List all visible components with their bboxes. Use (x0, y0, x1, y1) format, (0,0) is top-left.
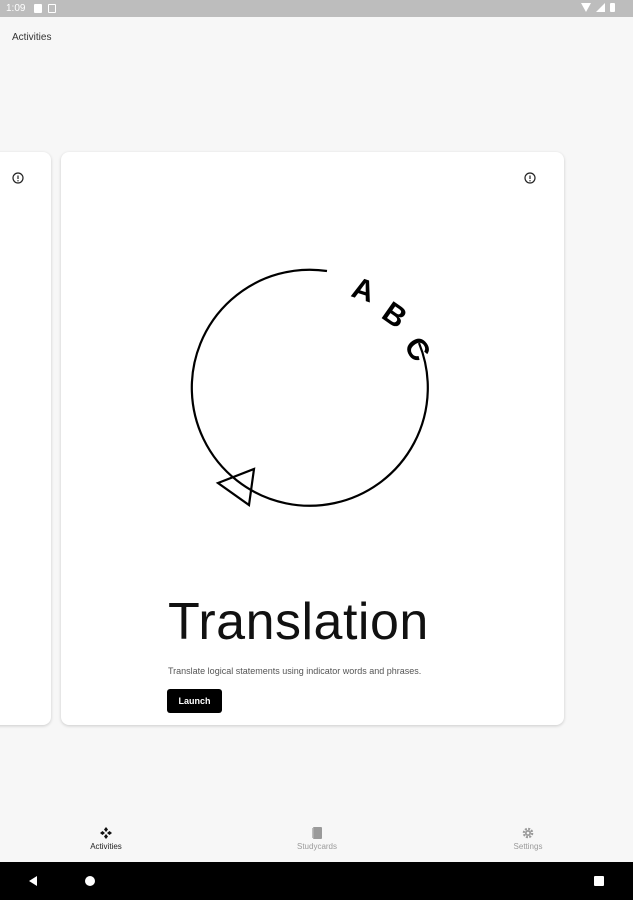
abc-letter-b: B (376, 296, 413, 335)
status-time: 1:09 (6, 3, 26, 14)
studycards-icon (312, 827, 322, 839)
abc-letter-c: C (397, 331, 436, 368)
activity-card-translation: A B C Translation Translate logical stat… (61, 152, 564, 725)
status-right-icons (581, 3, 615, 12)
nav-label-activities: Activities (90, 842, 122, 851)
signal-icon (596, 3, 605, 12)
nav-item-settings[interactable]: Settings (483, 826, 573, 862)
triangle-icon (215, 467, 256, 507)
activity-description: Translate logical statements using indic… (168, 666, 422, 676)
nav-label-studycards: Studycards (296, 842, 338, 851)
page-title: Activities (12, 32, 52, 43)
nav-label-settings: Settings (513, 842, 543, 851)
back-icon[interactable] (27, 875, 39, 887)
launch-button[interactable]: Launch (167, 689, 222, 713)
gear-icon (522, 827, 534, 839)
wifi-icon (581, 3, 591, 12)
status-bar: 1:09 (0, 0, 633, 17)
info-icon[interactable] (11, 171, 25, 185)
abc-letter-a: A (348, 271, 379, 309)
activities-icon (100, 827, 112, 839)
home-icon[interactable] (84, 875, 96, 887)
battery-icon (610, 3, 615, 12)
notification-icon (48, 4, 56, 13)
activity-title: Translation (168, 593, 429, 651)
nav-item-studycards[interactable]: Studycards (272, 826, 362, 862)
recents-icon[interactable] (593, 875, 605, 887)
system-nav-bar (0, 862, 633, 900)
nav-item-activities[interactable]: Activities (61, 826, 151, 862)
translation-illustration: A B C (190, 268, 437, 507)
bottom-nav: Activities Studycards Settings (0, 820, 633, 862)
sd-card-icon (34, 4, 42, 13)
activity-card-previous[interactable] (0, 152, 51, 725)
